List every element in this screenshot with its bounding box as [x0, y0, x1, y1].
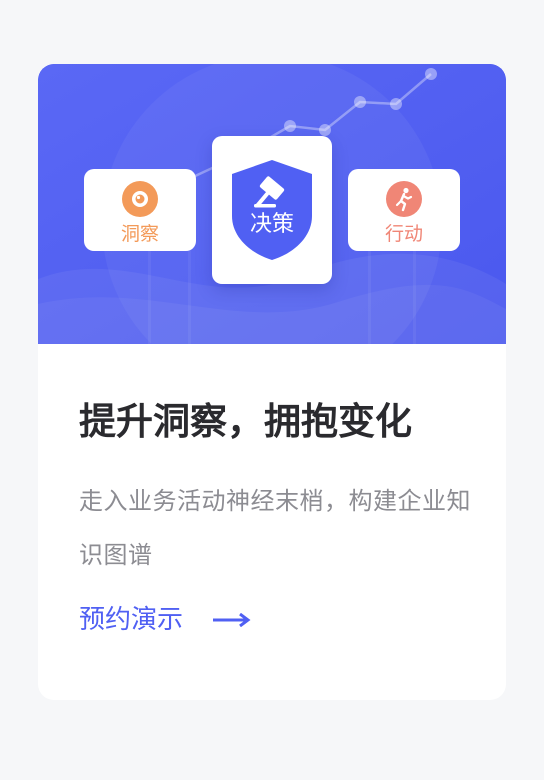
arrow-right-icon	[213, 613, 251, 627]
card-title: 提升洞察，拥抱变化	[79, 400, 412, 443]
action-tile: 行动	[348, 169, 460, 251]
card-description: 走入业务活动神经末梢，构建企业知识图谱	[79, 487, 471, 569]
action-label: 行动	[384, 223, 423, 245]
book-demo-link[interactable]: 预约演示	[79, 600, 251, 640]
insight-label: 洞察	[120, 223, 159, 245]
decision-tile: 决策	[212, 136, 332, 284]
eye-icon	[122, 181, 158, 217]
insight-tile: 洞察	[84, 169, 196, 251]
shield-badge	[232, 160, 312, 260]
running-person-icon	[386, 181, 422, 217]
book-demo-label: 预约演示	[79, 605, 184, 635]
decision-label: 决策	[249, 212, 294, 237]
feature-card: 洞察 决策 行动 提升洞察，拥抱变化 走入业务活动神经末梢，构建企业知识图谱 预…	[38, 64, 506, 700]
illustration-banner: 洞察 决策 行动	[38, 64, 506, 344]
